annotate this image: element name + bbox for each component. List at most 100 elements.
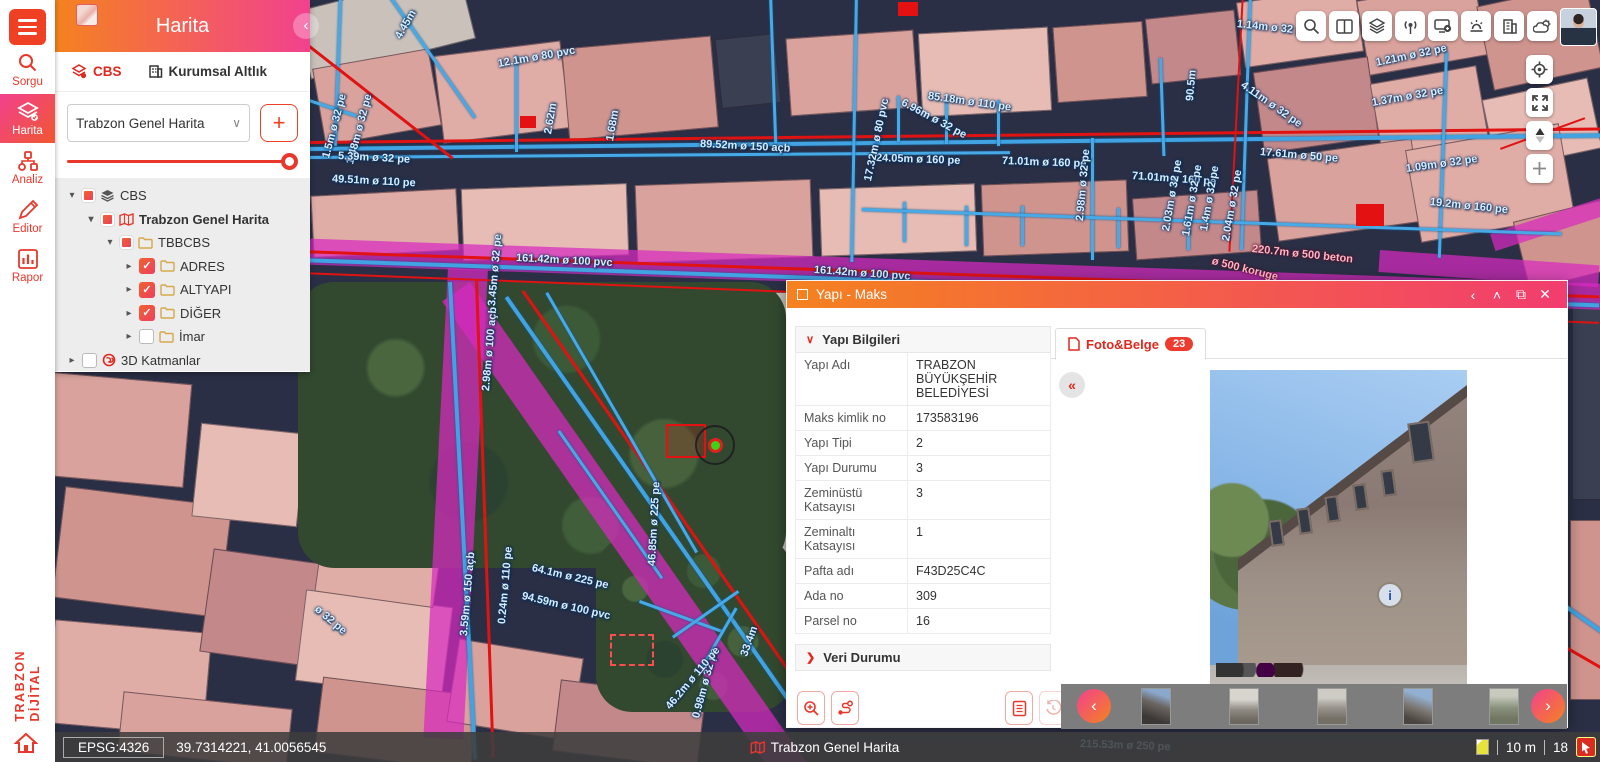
checkbox-indeterminate[interactable] [82,189,95,202]
hamburger-menu-button[interactable] [9,9,46,45]
map-layers-panel: Harita ‹ CBS Kurumsal Altlık Trabzon Gen… [55,0,310,372]
sidebar-item-editor[interactable]: Editor [0,192,55,241]
accordion-veri-durumu[interactable]: ❯ Veri Durumu [795,644,1051,671]
legend-doc-icon[interactable] [1476,739,1489,755]
field-value: 16 [908,609,1050,633]
popup-expand-button[interactable]: ⧉ [1509,286,1533,303]
field-value: 309 [908,584,1050,608]
search-icon[interactable] [1296,11,1326,41]
sidebar-item-harita[interactable]: Harita [0,94,55,143]
map-scale: 10 m [1506,740,1536,755]
checkbox-checked[interactable]: ✓ [139,282,155,298]
info-sign: i [1377,582,1403,608]
epsg-code[interactable]: EPSG:4326 [63,737,164,758]
active-map-name: Trabzon Genel Harita [771,740,900,755]
checkbox-indeterminate[interactable] [120,236,133,249]
map-thumbnail [76,4,98,26]
tree-caret[interactable]: ▸ [67,355,77,366]
photo-thumbnail[interactable] [1229,688,1259,725]
checkbox-unchecked[interactable] [139,329,154,344]
building-icon[interactable] [1494,11,1524,41]
photo-thumbnail[interactable] [1317,688,1347,725]
collapse-photo-panel-button[interactable]: « [1059,372,1085,398]
table-row: Pafta adıF43D25C4C [796,559,1050,584]
tree-caret[interactable]: ▸ [124,284,134,295]
tab-kurumsal-altlik[interactable]: Kurumsal Altlık [148,64,268,79]
layers-icon[interactable] [1362,11,1392,41]
split-view-icon[interactable] [1329,11,1359,41]
home-icon[interactable] [14,732,38,757]
layer-tree: ▾CBS▾Trabzon Genel Harita▾TBBCBS▸✓ADRES▸… [55,178,310,371]
alarm-icon[interactable] [1461,11,1491,41]
zoom-in-icon[interactable] [1526,154,1553,183]
sidebar-item-rapor[interactable]: Rapor [0,241,55,290]
checkbox-checked[interactable]: ✓ [139,305,155,321]
photo-thumbnail[interactable] [1489,688,1519,725]
tree-item-altyapi[interactable]: ▸✓ALTYAPI [55,278,310,302]
field-value: 3 [908,456,1050,480]
tree-item-cbs[interactable]: ▾CBS [55,184,310,208]
tree-item-tbbcbs[interactable]: ▾TBBCBS [55,231,310,255]
tab-foto-belge[interactable]: Foto&Belge 23 [1055,328,1206,360]
tree-caret[interactable]: ▸ [124,261,134,272]
field-value: 173583196 [908,406,1050,430]
pipe-measurement-label: 90.5m [1184,69,1199,101]
field-value: 2 [908,431,1050,455]
tree-item-label: Trabzon Genel Harita [139,212,269,227]
sidebar-item-sorgu[interactable]: Sorgu [0,45,55,94]
building-photo[interactable]: i [1210,370,1467,729]
tree-item-label: DİĞER [180,306,221,321]
field-label: Zeminaltı Katsayısı [796,520,908,558]
tree-caret[interactable]: ▸ [124,308,134,319]
antenna-icon[interactable] [1395,11,1425,41]
tree-item-adres[interactable]: ▸✓ADRES [55,255,310,279]
tree-caret[interactable]: ▾ [105,237,115,248]
table-row: Parsel no16 [796,609,1050,633]
slider-track[interactable] [67,160,292,163]
folder-icon [160,307,175,319]
checkbox-unchecked[interactable] [82,353,97,368]
building-icon [148,64,163,79]
checkbox-checked[interactable]: ✓ [139,258,155,274]
tree-item-di̇ğer[interactable]: ▸ ✓ DİĞER [55,302,310,326]
table-row: Maks kimlik no173583196 [796,406,1050,431]
route-button[interactable] [831,691,859,725]
panel-collapse-button[interactable]: ‹ [293,13,319,39]
screen-share-icon[interactable] [1428,11,1458,41]
zoom-to-feature-button[interactable] [797,691,825,725]
feature-popup: Yapı - Maks ‹ ˄ ⧉ ✕ ∨ Yapı Bilgileri Yap… [786,280,1568,728]
tree-caret[interactable]: ▸ [124,331,134,342]
fullscreen-icon[interactable] [1526,88,1553,117]
pointer-tool-button[interactable] [1576,737,1596,757]
chevron-down-icon: ∨ [806,333,814,346]
tree-caret[interactable]: ▾ [67,190,77,201]
user-avatar[interactable] [1560,8,1597,46]
filmstrip-prev-button[interactable]: ‹ [1077,689,1111,723]
popup-back-button[interactable]: ‹ [1461,287,1485,303]
popup-close-button[interactable]: ✕ [1533,286,1557,303]
filmstrip-next-button[interactable]: › [1531,689,1565,723]
tree-caret[interactable]: ▾ [86,214,96,225]
tree-item-trabzon-genel-harita[interactable]: ▾ Trabzon Genel Harita [55,208,310,232]
photo-thumbnail[interactable] [1141,688,1171,725]
tree-item-3d-katmanlar[interactable]: ▸ 3D Katmanlar [55,349,310,372]
form-button[interactable] [1005,691,1033,725]
weather-icon[interactable] [1527,11,1557,41]
add-map-button[interactable]: + [260,104,298,142]
compass-icon[interactable] [1526,121,1553,150]
tree-item-label: 3D Katmanlar [121,353,200,368]
popup-minimize-button[interactable]: ˄ [1485,287,1509,303]
checkbox-indeterminate[interactable] [101,213,114,226]
tab-cbs[interactable]: CBS [71,64,122,79]
popup-header[interactable]: Yapı - Maks ‹ ˄ ⧉ ✕ [787,281,1567,308]
map-select-dropdown[interactable]: Trabzon Genel Harita ∨ [67,104,250,142]
tree-item-i̇mar[interactable]: ▸İmar [55,325,310,349]
photo-thumbnail[interactable] [1403,688,1433,725]
pipe-measurement-label: 49.51m ø 110 pe [332,173,416,189]
sidebar-item-analiz[interactable]: Analiz [0,143,55,192]
table-row: Yapı AdıTRABZON BÜYÜKŞEHİR BELEDİYESİ [796,353,1050,406]
layers-red-icon [71,64,87,79]
accordion-yapi-bilgileri[interactable]: ∨ Yapı Bilgileri [795,326,1051,353]
slider-knob[interactable] [281,153,298,170]
locate-icon[interactable] [1526,55,1553,84]
